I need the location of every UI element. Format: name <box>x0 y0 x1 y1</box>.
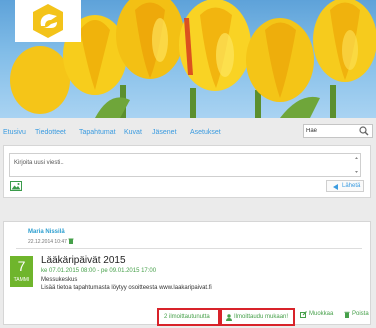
trash-icon <box>344 311 350 318</box>
registered-count-button[interactable]: 2 ilmoittautunutta <box>157 308 220 326</box>
compose-panel: Kirjoita uusi viesti.. Lähetä <box>3 145 371 198</box>
message-placeholder: Kirjoita uusi viesti.. <box>14 160 64 166</box>
textarea-scrollbar[interactable] <box>354 155 359 175</box>
edit-icon <box>300 311 307 318</box>
message-textarea[interactable]: Kirjoita uusi viesti.. <box>9 153 361 177</box>
post-timestamp: 22.12.2014 10:47 <box>28 238 74 245</box>
event-title[interactable]: Lääkäripäivät 2015 <box>41 255 126 266</box>
event-post: Maria Nissilä 22.12.2014 10:47 7 TAMMI L… <box>3 221 371 326</box>
search-input[interactable] <box>306 126 350 136</box>
join-event-label: Ilmoittaudu mukaan! <box>234 314 289 320</box>
nav-item-tiedotteet[interactable]: Tiedotteet <box>35 129 66 136</box>
event-description: Lisää tietoa tapahtumasta löytyy osoitte… <box>41 285 212 291</box>
event-dates: ke 07.01.2015 08:00 - pe 09.01.2015 17:0… <box>41 268 157 274</box>
trash-icon[interactable] <box>68 238 74 244</box>
post-divider <box>16 248 362 249</box>
search-icon[interactable] <box>359 126 369 136</box>
nav-item-tapahtumat[interactable]: Tapahtumat <box>79 129 116 136</box>
event-location: Messukeskus <box>41 277 78 283</box>
nav-item-asetukset[interactable]: Asetukset <box>190 129 221 136</box>
logo-icon <box>33 4 63 38</box>
edit-label: Muokkaa <box>309 311 334 317</box>
image-icon[interactable] <box>10 181 22 191</box>
nav-item-etusivu[interactable]: Etusivu <box>3 129 26 136</box>
logo[interactable] <box>15 0 81 42</box>
event-month: TAMMI <box>13 277 30 283</box>
send-button[interactable]: Lähetä <box>326 180 364 192</box>
event-date-badge: 7 TAMMI <box>10 256 33 287</box>
nav-item-jasenet[interactable]: Jäsenet <box>152 129 177 136</box>
send-button-label: Lähetä <box>342 183 361 189</box>
delete-label: Poista <box>352 311 369 317</box>
registered-count-label: 2 ilmoittautunutta <box>164 314 210 320</box>
search-box <box>303 124 373 138</box>
header-banner <box>0 0 376 118</box>
nav-item-kuvat[interactable]: Kuvat <box>124 129 142 136</box>
event-day: 7 <box>17 258 26 274</box>
join-event-button[interactable]: Ilmoittaudu mukaan! <box>220 308 295 326</box>
send-icon <box>333 184 338 190</box>
user-icon <box>226 314 232 321</box>
post-author[interactable]: Maria Nissilä <box>28 229 65 235</box>
